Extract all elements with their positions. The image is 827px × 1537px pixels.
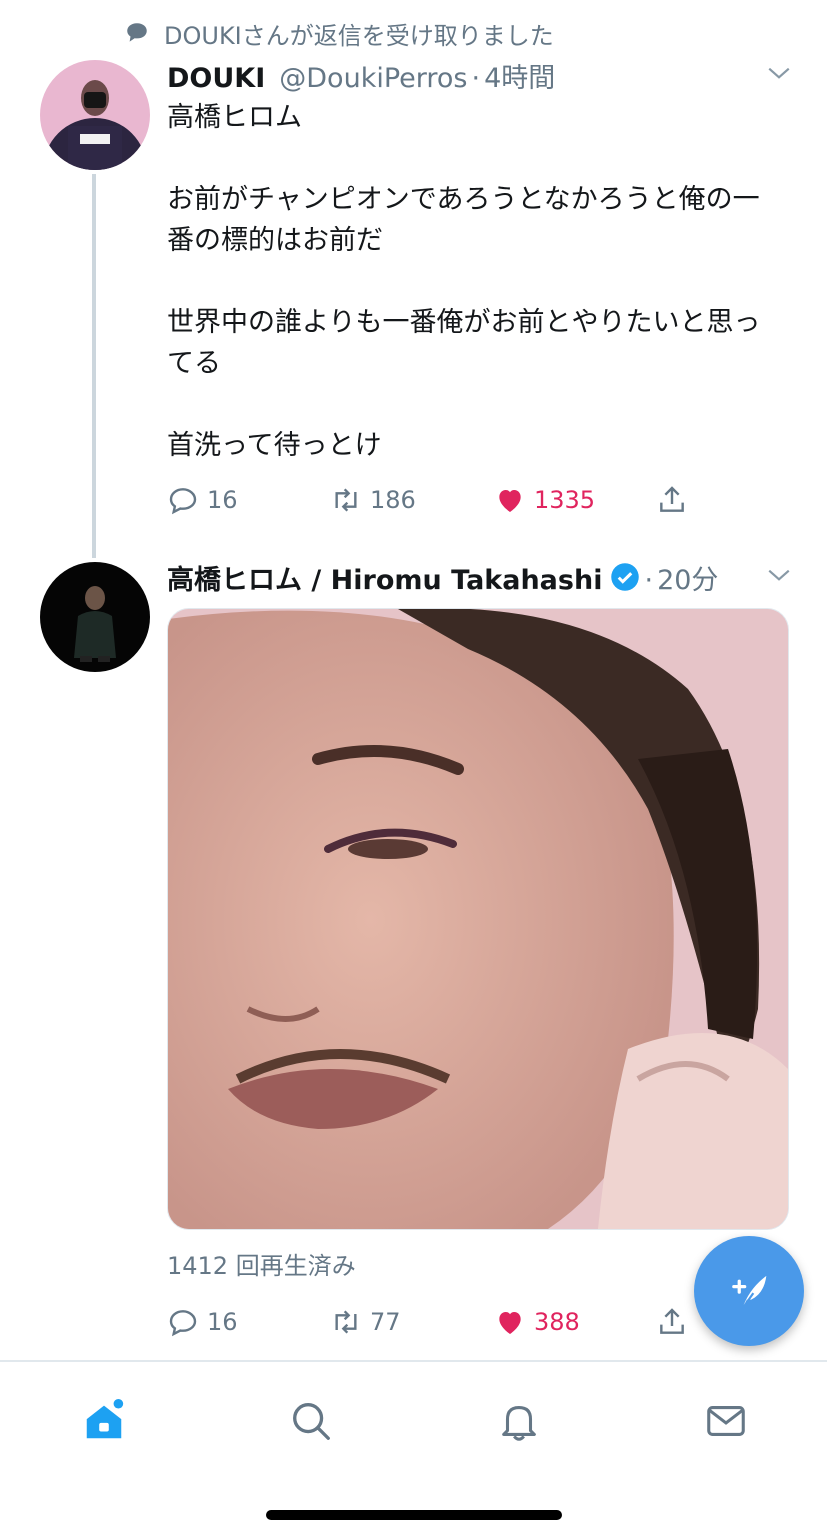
tweet2-like-count: 388 <box>534 1308 580 1336</box>
search-icon[interactable] <box>288 1398 334 1444</box>
hiromu-avatar[interactable] <box>40 562 150 672</box>
tweet2-retweet-count: 77 <box>370 1308 401 1336</box>
reply-context-text: DOUKIさんが返信を受け取りました <box>164 21 554 50</box>
tweet1-reply-button[interactable]: 16 <box>167 484 238 516</box>
tweet1-text: 高橋ヒロム お前がチャンピオンであろうとなかろうと俺の一番の標的はお前だ 世界中… <box>167 97 777 466</box>
envelope-icon[interactable] <box>703 1398 749 1444</box>
tweet1-paragraph: 首洗って待っとけ <box>167 430 382 461</box>
tweet1-retweet-button[interactable]: 186 <box>330 484 416 516</box>
speech-bubble-icon <box>127 23 147 42</box>
retweet-icon <box>335 488 357 512</box>
tweet1-paragraph: 世界中の誰よりも一番俺がお前とやりたいと思ってる <box>167 307 761 379</box>
tweet2-video-media[interactable] <box>167 608 789 1230</box>
home-icon[interactable] <box>81 1398 127 1444</box>
tweet1-separator: · <box>471 63 481 94</box>
tweet2-timestamp[interactable]: 20分 <box>657 558 718 597</box>
bell-icon[interactable] <box>496 1398 542 1444</box>
tweet1-paragraph: 高橋ヒロム <box>167 102 302 133</box>
chevron-down-icon[interactable] <box>766 562 792 588</box>
tweet2-reply-button[interactable]: 16 <box>167 1306 238 1338</box>
reply-icon <box>169 488 197 515</box>
reply-icon <box>169 1310 197 1337</box>
verified-badge-icon <box>611 563 640 591</box>
tweet1-like-button[interactable]: 1335 <box>494 484 595 516</box>
tweet1-handle[interactable]: @DoukiPerros <box>279 63 467 94</box>
tweet1-retweet-count: 186 <box>370 486 416 514</box>
tweet1-author-name[interactable]: DOUKI <box>167 63 265 94</box>
tweet1-like-count: 1335 <box>534 486 596 514</box>
chevron-down-icon[interactable] <box>766 60 792 86</box>
reply-context: DOUKIさんが返信を受け取りました <box>124 16 554 50</box>
share-icon <box>660 1308 684 1334</box>
tweet1-paragraph: お前がチャンピオンであろうとなかろうと俺の一番の標的はお前だ <box>167 184 760 256</box>
home-indicator[interactable] <box>266 1510 562 1520</box>
compose-tweet-button[interactable] <box>694 1236 804 1346</box>
tweet2-author-name[interactable]: 高橋ヒロム / Hiromu Takahashi <box>167 558 602 597</box>
douki-avatar[interactable] <box>40 60 150 170</box>
heart-icon <box>499 490 521 512</box>
tweet2-like-button[interactable]: 388 <box>494 1306 580 1338</box>
tweet1-share-button[interactable] <box>656 484 688 516</box>
tweet2-retweet-button[interactable]: 77 <box>330 1306 401 1338</box>
tweet1-reply-count: 16 <box>207 486 238 514</box>
tweet2-view-count: 1412 回再生済み <box>167 1252 356 1280</box>
thread-connector <box>92 174 96 558</box>
tweet2-reply-count: 16 <box>207 1308 238 1336</box>
heart-icon <box>499 1312 521 1334</box>
compose-feather-icon <box>732 1275 767 1309</box>
tweet2-share-button[interactable] <box>656 1306 688 1338</box>
tweet1-header: DOUKI @DoukiPerros · 4時間 <box>167 56 555 94</box>
retweet-icon <box>335 1310 357 1334</box>
tweet2-header: 高橋ヒロム / Hiromu Takahashi · 20分 <box>167 558 718 596</box>
tweet1-timestamp[interactable]: 4時間 <box>484 56 555 95</box>
share-icon <box>660 486 684 512</box>
tweet2-separator: · <box>644 565 654 596</box>
